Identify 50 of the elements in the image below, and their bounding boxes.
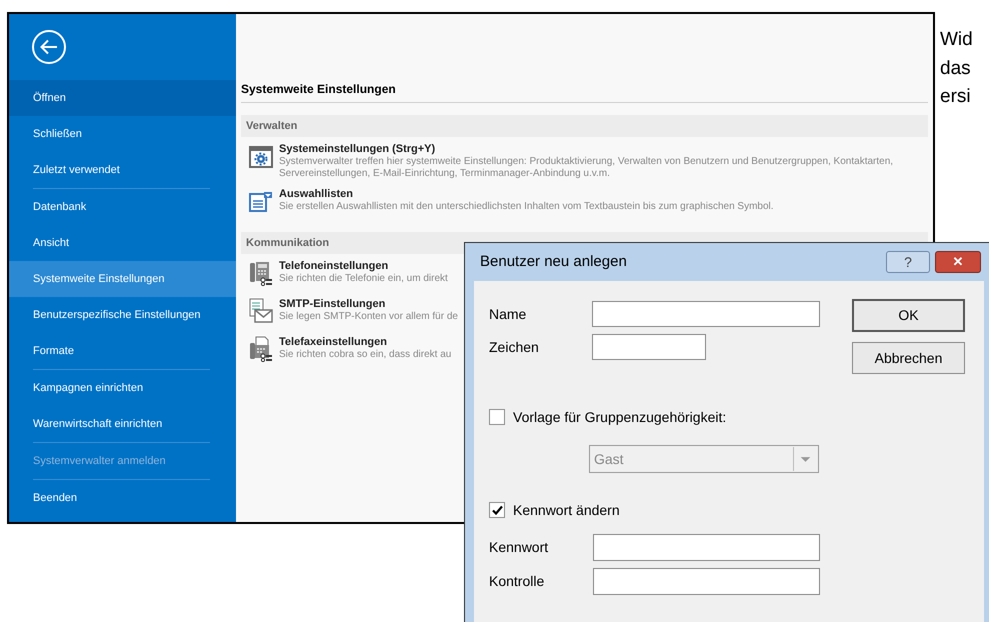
setting-link[interactable]: Auswahllisten: [279, 188, 774, 201]
sidebar-item[interactable]: Warenwirtschaft einrichten: [9, 406, 236, 442]
field-label: Zeichen: [489, 338, 540, 356]
dialog-title: Benutzer neu anlegen: [480, 252, 628, 272]
field-label: Kontrolle: [489, 572, 546, 591]
input-field[interactable]: [592, 334, 706, 360]
page-heading: Systemweite Einstellungen: [241, 80, 928, 103]
field-label: Name: [489, 304, 528, 324]
input-field[interactable]: [592, 301, 820, 327]
setting-link[interactable]: SMTP-Einstellungen: [279, 298, 458, 311]
setting-description: Sie legen SMTP-Konten vor allem für de: [279, 311, 458, 323]
settings-window-icon: [249, 146, 273, 168]
phone-icon: [249, 260, 273, 286]
document-text: ersi: [940, 85, 972, 109]
document-text: Wid: [940, 28, 973, 52]
sidebar-item[interactable]: Kampagnen einrichten: [9, 370, 236, 406]
setting-description: Sie richten cobra so ein, dass direkt au: [279, 349, 452, 361]
sidebar-item[interactable]: Benutzerspezifische Einstellungen: [9, 297, 236, 333]
sidebar-item[interactable]: Datenbank: [9, 189, 236, 225]
cancel-button[interactable]: Abbrechen: [852, 342, 965, 374]
section-header: Verwalten: [241, 115, 928, 137]
fax-machine-icon: [249, 336, 273, 362]
setting-link[interactable]: Telefoneinstellungen: [279, 260, 448, 273]
sidebar-item[interactable]: Schließen: [9, 116, 236, 152]
checkbox-label: Vorlage für Gruppenzugehörigkeit:: [513, 408, 726, 427]
sidebar-item[interactable]: Zuletzt verwendet: [9, 152, 236, 188]
setting-description: Systemverwalter treffen hier systemweite Einstellungen: Produktaktivierung, Verwalten von Benutzern und Benutzergruppen, Kontaktarten, Servereinstellungen, E-Mail-Einrichtung, Terminmanager-Anbindung u.v.m.: [279, 156, 894, 180]
document-text: das: [940, 56, 972, 80]
sidebar-item[interactable]: Formate: [9, 333, 236, 369]
mail-document-icon: [249, 298, 273, 324]
input-field[interactable]: [592, 534, 820, 561]
setting-description: Sie erstellen Auswahllisten mit den unterschiedlichsten Inhalten vom Textbaustein bis zum graphischen Symbol.: [279, 201, 774, 213]
checkbox[interactable]: [489, 409, 505, 425]
back-arrow-icon: [40, 39, 58, 55]
dropdown-list-icon: [249, 191, 273, 213]
sidebar-item[interactable]: Öffnen: [9, 80, 236, 116]
sidebar-item[interactable]: Beenden: [9, 480, 236, 516]
checkbox[interactable]: [489, 502, 505, 518]
checkbox-label: Kennwort ändern: [513, 500, 620, 520]
setting-link[interactable]: Telefaxeinstellungen: [279, 336, 452, 349]
help-button[interactable]: ?: [886, 251, 930, 273]
sidebar-item[interactable]: Ansicht: [9, 225, 236, 261]
field-label: Kennwort: [489, 538, 550, 557]
setting-description: Sie richten die Telefonie ein, um direkt: [279, 273, 448, 285]
back-button[interactable]: [32, 30, 66, 64]
setting-link[interactable]: Systemeinstellungen (Strg+Y): [279, 143, 919, 156]
input-field[interactable]: [592, 568, 820, 595]
sidebar-item[interactable]: Systemweite Einstellungen: [9, 261, 236, 297]
close-button[interactable]: ✕: [935, 251, 981, 273]
ok-button[interactable]: OK: [852, 299, 965, 332]
